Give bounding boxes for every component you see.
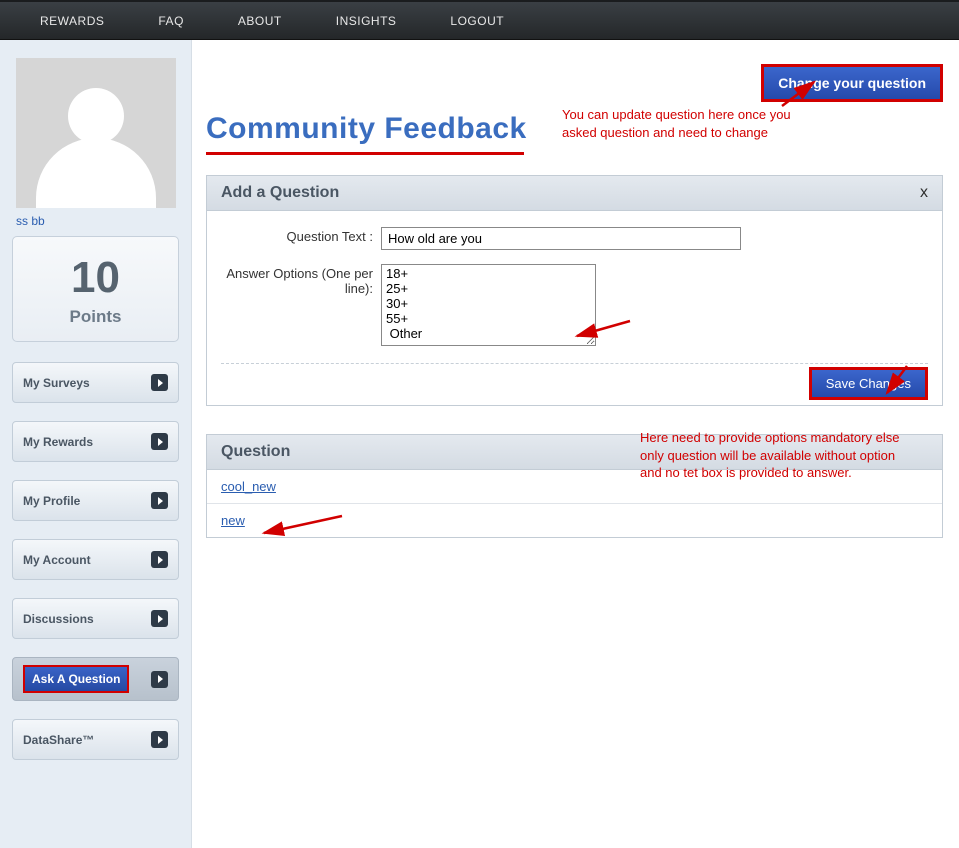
nav-insights[interactable]: INSIGHTS (336, 14, 397, 28)
arrow-icon (151, 731, 168, 748)
arrow-icon (151, 610, 168, 627)
add-question-heading: Add a Question (221, 184, 339, 202)
sidebar-item-discussions[interactable]: Discussions (12, 598, 179, 639)
sidebar-item-label: Discussions (23, 612, 94, 626)
sidebar-item-label: My Surveys (23, 376, 90, 390)
sidebar-item-label: Ask A Question (23, 665, 129, 693)
points-box: 10 Points (12, 236, 179, 342)
title-underline (206, 152, 524, 155)
username-label: ss bb (16, 214, 181, 228)
answer-options-label: Answer Options (One per line): (221, 264, 381, 349)
points-label: Points (23, 307, 168, 327)
separator (221, 363, 928, 364)
avatar-placeholder-icon (36, 88, 156, 208)
sidebar-item-label: My Account (23, 553, 91, 567)
sidebar-item-my-surveys[interactable]: My Surveys (12, 362, 179, 403)
arrow-icon (151, 433, 168, 450)
question-row: new (207, 504, 942, 537)
arrow-icon (151, 671, 168, 688)
annotation-options-required: Here need to provide options mandatory e… (640, 429, 910, 482)
nav-logout[interactable]: LOGOUT (450, 14, 504, 28)
arrow-icon (151, 551, 168, 568)
sidebar-item-datashare[interactable]: DataShare™ (12, 719, 179, 760)
main-content: Change your question Community Feedback … (192, 40, 959, 538)
sidebar-item-label: DataShare™ (23, 733, 94, 747)
sidebar-item-my-account[interactable]: My Account (12, 539, 179, 580)
sidebar-item-my-profile[interactable]: My Profile (12, 480, 179, 521)
sidebar: ss bb 10 Points My Surveys My Rewards My… (0, 40, 192, 848)
arrow-icon (151, 374, 168, 391)
add-question-panel: Add a Question x Question Text : Answer … (206, 175, 943, 406)
sidebar-item-label: My Profile (23, 494, 80, 508)
nav-about[interactable]: ABOUT (238, 14, 282, 28)
points-value: 10 (23, 253, 168, 303)
question-text-label: Question Text : (221, 227, 381, 250)
nav-rewards[interactable]: REWARDS (40, 14, 104, 28)
question-text-input[interactable] (381, 227, 741, 250)
annotation-change-question: You can update question here once you as… (562, 106, 822, 141)
avatar (16, 58, 176, 208)
question-link[interactable]: cool_new (221, 479, 276, 494)
panel-heading: Add a Question x (207, 176, 942, 211)
sidebar-item-ask-a-question[interactable]: Ask A Question (12, 657, 179, 701)
arrow-icon (151, 492, 168, 509)
save-changes-button[interactable]: Save Changes (809, 367, 928, 400)
top-nav: REWARDS FAQ ABOUT INSIGHTS LOGOUT (0, 0, 959, 40)
close-icon[interactable]: x (920, 184, 928, 202)
sidebar-item-label: My Rewards (23, 435, 93, 449)
question-link[interactable]: new (221, 513, 245, 528)
answer-options-textarea[interactable] (381, 264, 596, 346)
nav-faq[interactable]: FAQ (158, 14, 184, 28)
change-your-question-button[interactable]: Change your question (761, 64, 943, 102)
sidebar-item-my-rewards[interactable]: My Rewards (12, 421, 179, 462)
